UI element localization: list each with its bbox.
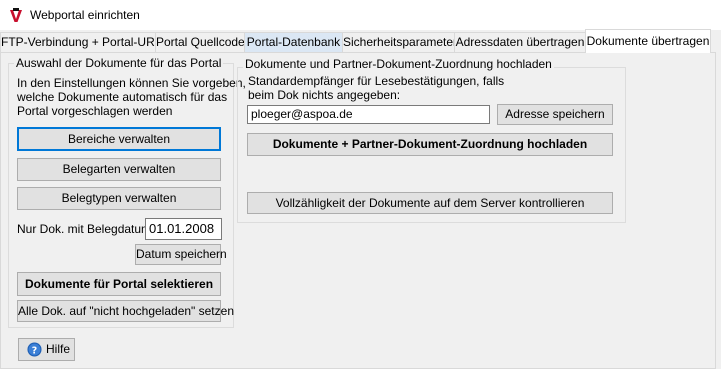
recipient-label-line: Standardempfänger für Lesebestätigungen,… bbox=[248, 74, 505, 88]
tab-sicherheitsparameter[interactable]: Sicherheitsparameter bbox=[342, 32, 458, 52]
tab-ftp-verbindung[interactable]: FTP-Verbindung + Portal-URL bbox=[0, 32, 161, 52]
bereiche-verwalten-button[interactable]: Bereiche verwalten bbox=[17, 127, 221, 151]
button-label: Datum speichern bbox=[136, 247, 227, 261]
help-label: Hilfe bbox=[46, 342, 71, 356]
app-logo-icon bbox=[8, 7, 24, 23]
button-label: Alle Dok. auf "nicht hochgeladen" setzen bbox=[18, 304, 234, 318]
help-question-icon: ? bbox=[27, 342, 42, 357]
help-button[interactable]: ? Hilfe bbox=[18, 338, 75, 361]
button-label: Bereiche verwalten bbox=[67, 132, 171, 146]
window-title: Webportal einrichten bbox=[30, 8, 140, 22]
tab-label: Portal-Datenbank bbox=[246, 35, 341, 49]
button-label: Belegtypen verwalten bbox=[61, 191, 177, 205]
group-title: Dokumente und Partner-Dokument-Zuordnung… bbox=[243, 57, 554, 71]
reset-upload-status-button[interactable]: Alle Dok. auf "nicht hochgeladen" setzen bbox=[17, 300, 234, 322]
adresse-speichern-button[interactable]: Adresse speichern bbox=[497, 104, 613, 125]
group-title: Auswahl der Dokumente für das Portal bbox=[14, 56, 224, 70]
datum-speichern-button[interactable]: Datum speichern bbox=[135, 244, 227, 265]
tab-adressdaten[interactable]: Adressdaten übertragen bbox=[454, 32, 586, 52]
tab-label: Dokumente übertragen bbox=[586, 34, 710, 48]
email-input[interactable]: ploeger@aspoa.de bbox=[247, 105, 490, 124]
title-bar: Webportal einrichten bbox=[0, 0, 721, 30]
button-label: Vollzähligkeit der Dokumente auf dem Ser… bbox=[275, 196, 585, 210]
belegarten-verwalten-button[interactable]: Belegarten verwalten bbox=[17, 158, 221, 181]
check-completeness-button[interactable]: Vollzähligkeit der Dokumente auf dem Ser… bbox=[247, 192, 613, 214]
select-documents-button[interactable]: Dokumente für Portal selektieren bbox=[17, 272, 221, 296]
tab-label: Portal Quellcode bbox=[156, 35, 245, 49]
tab-label: Adressdaten übertragen bbox=[455, 35, 585, 49]
tab-dokumente-uebertragen[interactable]: Dokumente übertragen bbox=[585, 29, 711, 53]
button-label: Adresse speichern bbox=[505, 107, 605, 121]
belegtypen-verwalten-button[interactable]: Belegtypen verwalten bbox=[17, 187, 221, 210]
description-line: Portal vorgeschlagen werden bbox=[17, 104, 173, 118]
recipient-label-line: beim Dok nichts angegeben: bbox=[248, 88, 401, 102]
tab-portal-quellcode[interactable]: Portal Quellcode bbox=[155, 32, 245, 52]
tab-label: Sicherheitsparameter bbox=[343, 35, 458, 49]
tab-portal-datenbank[interactable]: Portal-Datenbank bbox=[244, 32, 343, 52]
belegdatum-input[interactable]: 01.01.2008 bbox=[145, 218, 222, 240]
upload-documents-button[interactable]: Dokumente + Partner-Dokument-Zuordnung h… bbox=[247, 133, 613, 156]
date-label: Nur Dok. mit Belegdatum > bbox=[17, 222, 162, 236]
button-label: Dokumente für Portal selektieren bbox=[24, 277, 214, 291]
button-label: Dokumente + Partner-Dokument-Zuordnung h… bbox=[272, 137, 588, 151]
tab-label: FTP-Verbindung + Portal-URL bbox=[1, 35, 162, 49]
svg-text:?: ? bbox=[32, 345, 37, 356]
button-label: Belegarten verwalten bbox=[62, 162, 176, 176]
description-line: welche Dokumente automatisch für das bbox=[17, 90, 228, 104]
description-line: In den Einstellungen können Sie vorgeben… bbox=[17, 76, 246, 90]
